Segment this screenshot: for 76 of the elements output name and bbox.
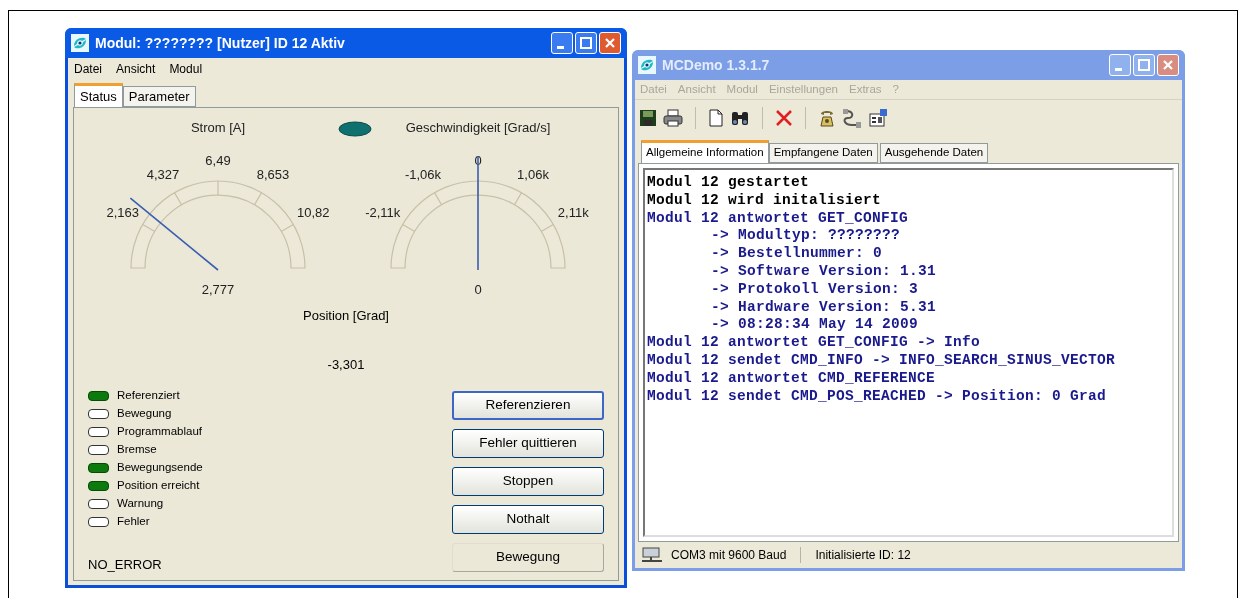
app-icon [638, 56, 656, 74]
gauge-tick-label: 1,06k [517, 166, 549, 182]
window-title: MCDemo 1.3.1.7 [662, 55, 771, 75]
indicator-label: Bewegung [117, 407, 172, 420]
gauge-tick-label: 2,11k [557, 204, 589, 219]
indicator-label: Fehler [117, 515, 150, 528]
cable-icon[interactable] [842, 108, 862, 128]
action-button[interactable]: Referenzieren [452, 390, 604, 420]
log-line: Modul 12 sendet CMD_POS_REACHED -> Position: 0 Grad [647, 387, 1108, 406]
gauge-tick-label: -1,06k [404, 166, 442, 182]
indicator-label: Referenziert [117, 389, 180, 402]
log-line: Modul 12 antwortet CMD_REFERENCE [647, 369, 937, 388]
indicator-label: Bremse [117, 443, 157, 456]
indicator-label: Programmablauf [117, 425, 202, 438]
log-line: -> Modultyp: ???????? [710, 227, 902, 246]
log-line: -> Software Version: 1.31 [710, 263, 938, 281]
indicator-label: Bewegungsende [117, 461, 203, 474]
gauge-tick-label: 10,82 [297, 204, 330, 219]
app-icon [71, 34, 89, 52]
gauge-value: 0 [474, 281, 482, 297]
menu-item[interactable]: Ansicht [116, 60, 156, 78]
log-line: Modul 12 sendet CMD_INFO -> INFO_SEARCH_SINUS_VECTOR [647, 351, 1117, 370]
log-line: Modul 12 wird initalisiert [647, 191, 883, 210]
new-document-icon[interactable] [708, 109, 724, 127]
position-value: -3,301 [327, 356, 365, 374]
gauge-title: Geschwindigkeit [Grad/s] [405, 119, 551, 137]
gauge-tick-label: 4,327 [146, 166, 180, 182]
close-button[interactable] [599, 32, 621, 54]
maximize-icon [580, 37, 592, 49]
action-button[interactable]: Bewegung [452, 542, 604, 572]
gauge-tick-label: 8,653 [256, 166, 290, 182]
log-line: -> Bestellnummer: 0 [710, 245, 884, 263]
gauge-title: Strom [A] [190, 119, 246, 137]
window-title: Modul: ???????? [Nutzer] ID 12 Aktiv [95, 33, 346, 53]
log-line: -> Protokoll Version: 3 [710, 280, 920, 299]
gauge-tick-label: 6,49 [205, 152, 231, 168]
log-line: -> Hardware Version: 5.31 [710, 298, 938, 317]
maximize-icon [1138, 59, 1150, 71]
close-icon [604, 37, 616, 49]
menu-item[interactable]: Datei [74, 60, 102, 78]
maximize-button[interactable] [575, 32, 597, 54]
save-icon[interactable] [639, 109, 657, 127]
menu-item[interactable]: Modul [169, 60, 203, 78]
close-button[interactable] [1157, 54, 1179, 76]
properties-icon[interactable] [868, 108, 888, 128]
binoculars-icon[interactable] [730, 109, 750, 127]
action-button[interactable]: Nothalt [452, 504, 604, 534]
gauge-tick-label: -2,11k [365, 204, 401, 219]
initialized-id: Initialisierte ID: 12 [815, 547, 911, 564]
network-computer-icon [641, 547, 663, 563]
gauge-tick-label: 2,163 [106, 204, 139, 219]
log-line: -> 08:28:34 May 14 2009 [710, 316, 920, 335]
connection-status: COM3 mit 9600 Baud [671, 547, 787, 564]
log-line: Modul 12 antwortet GET_CONFIG -> Info [647, 334, 982, 352]
printer-icon[interactable] [663, 109, 683, 127]
close-icon [1162, 59, 1174, 71]
action-button[interactable]: Fehler quittieren [452, 428, 604, 458]
log-line: Modul 12 gestartet [647, 174, 811, 192]
tab[interactable]: Empfangene Daten [768, 143, 878, 163]
position-label: Position [Grad] [303, 306, 389, 325]
error-status: NO_ERROR [88, 555, 163, 574]
tab[interactable]: Ausgehende Daten [879, 143, 989, 163]
tab[interactable]: Status [74, 83, 123, 107]
tab[interactable]: Allgemeine Information [641, 140, 769, 163]
minimize-icon [557, 45, 564, 49]
action-button[interactable]: Stoppen [452, 466, 604, 496]
minimize-icon [1115, 67, 1122, 71]
indicator-label: Warnung [117, 497, 164, 510]
minimize-button[interactable] [551, 32, 573, 54]
log-line: Modul 12 antwortet GET_CONFIG [647, 209, 910, 228]
indicator-label: Position erreicht [117, 479, 200, 492]
status-oval-icon [338, 121, 372, 137]
tab[interactable]: Parameter [122, 86, 196, 107]
gauge-value: 2,777 [201, 281, 235, 297]
delete-icon[interactable] [775, 109, 793, 127]
telephone-icon[interactable] [818, 108, 836, 128]
